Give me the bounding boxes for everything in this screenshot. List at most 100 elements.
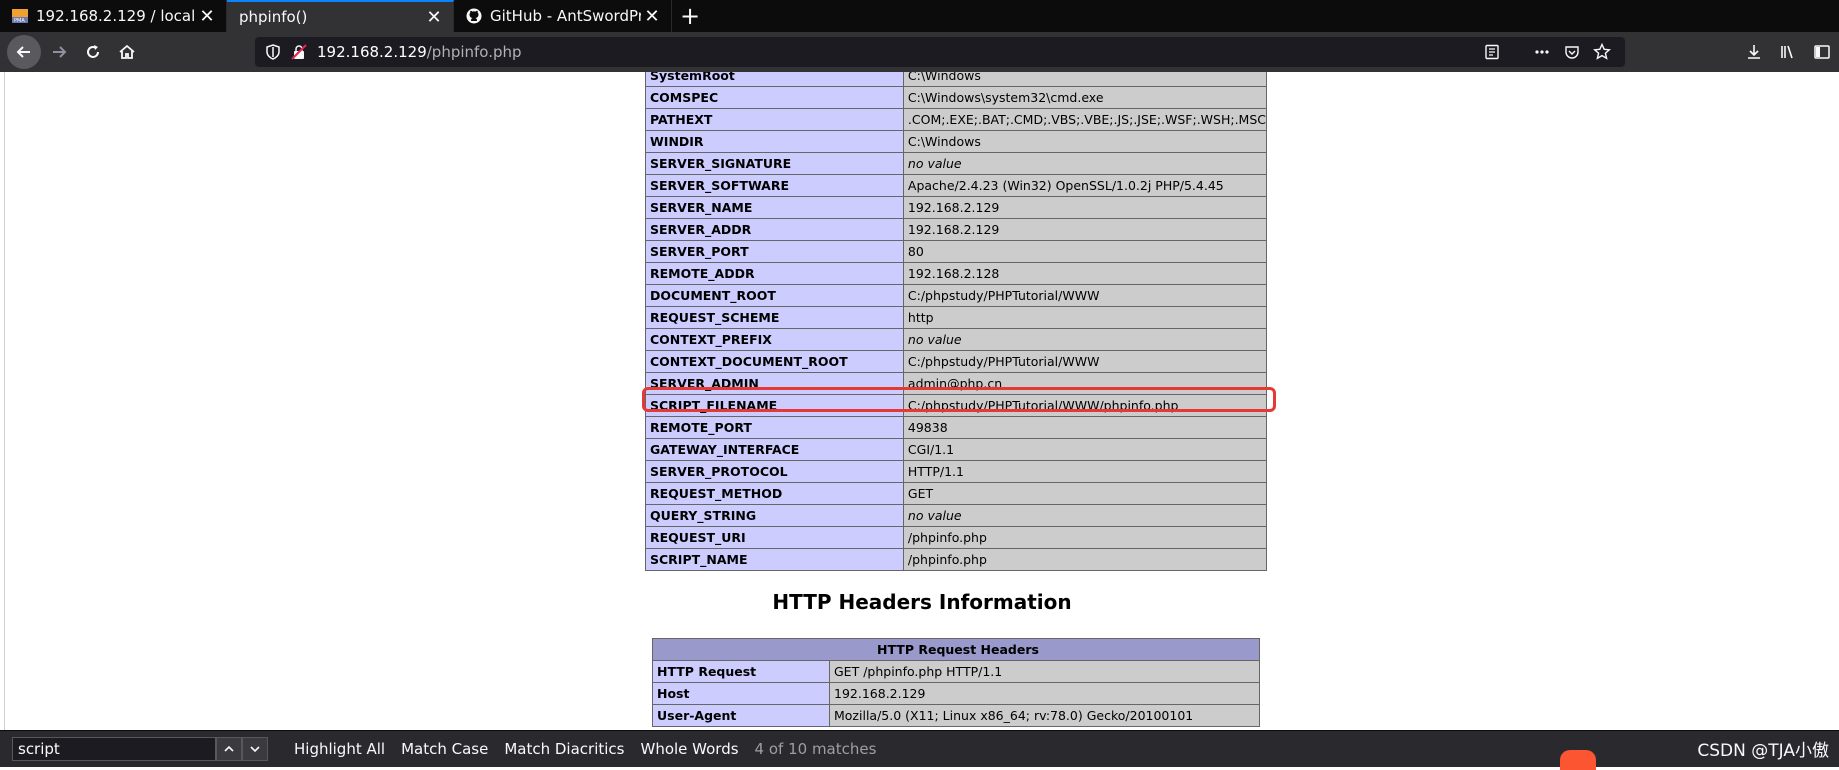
shield-icon[interactable] [265,44,281,60]
env-value: no value [902,152,1268,175]
highlight-all-toggle[interactable]: Highlight All [294,740,385,758]
env-key: GATEWAY_INTERFACE [645,438,904,461]
table-row: PATHEXT .COM;.EXE;.BAT;.CMD;.VBS;.VBE;.JS… [645,108,1268,131]
env-value: http [902,306,1268,329]
insecure-lock-icon[interactable] [291,44,307,60]
tab-title: 192.168.2.129 / localhost [36,7,196,25]
table-header: HTTP Request Headers [652,638,1260,661]
arrow-left-icon [16,46,30,58]
phpmyadmin-icon: PMA [12,8,28,24]
table-row: REMOTE_PORT 49838 [645,416,1268,439]
url-host: 192.168.2.129 [317,43,427,61]
table-row: COMSPEC C:\Windows\system32\cmd.exe [645,86,1268,109]
table-row: QUERY_STRING no value [645,504,1268,527]
env-value: 80 [902,240,1268,263]
library-icon[interactable] [1771,35,1805,69]
table-row: HTTP Request GET /phpinfo.php HTTP/1.1 [652,660,1260,683]
env-value: /phpinfo.php [902,548,1268,571]
env-value: 192.168.2.129 [902,196,1268,219]
address-bar[interactable]: 192.168.2.129/phpinfo.php [255,37,1625,67]
tab-github[interactable]: GitHub - AntSwordProje ✕ [454,0,672,32]
tab-phpinfo[interactable]: phpinfo() ✕ [227,0,454,32]
tab-phpmyadmin[interactable]: PMA 192.168.2.129 / localhost ✕ [0,0,227,32]
env-value: CGI/1.1 [902,438,1268,461]
page-actions-icon[interactable] [1527,37,1557,67]
env-key: SERVER_SIGNATURE [645,152,904,175]
table-row: SERVER_SIGNATURE no value [645,152,1268,175]
env-value: C:/phpstudy/PHPTutorial/WWW [902,284,1268,307]
url-text: 192.168.2.129/phpinfo.php [317,43,522,61]
arrow-right-icon [53,46,67,58]
find-query: script [18,740,60,758]
table-row: DOCUMENT_ROOT C:/phpstudy/PHPTutorial/WWW [645,284,1268,307]
highlight-box-script-filename [642,387,1276,412]
env-key: SERVER_ADDR [645,218,904,241]
env-value: 49838 [902,416,1268,439]
separator [1507,37,1527,67]
match-diacritics-toggle[interactable]: Match Diacritics [504,740,624,758]
find-status: 4 of 10 matches [754,740,877,758]
tab-title: GitHub - AntSwordProje [490,7,641,25]
table-row: REQUEST_METHOD GET [645,482,1268,505]
find-input[interactable]: script [12,737,216,761]
env-key: SERVER_SOFTWARE [645,174,904,197]
env-value: .COM;.EXE;.BAT;.CMD;.VBS;.VBE;.JS;.JSE;.… [902,108,1268,131]
reader-view-icon[interactable] [1477,37,1507,67]
find-next-button[interactable] [242,737,268,761]
sidebar-icon[interactable] [1805,35,1839,69]
env-value: C:/phpstudy/PHPTutorial/WWW [902,350,1268,373]
page-viewport: SystemRoot C:\Windows COMSPEC C:\Windows\sy… [5,72,1839,730]
env-key: SCRIPT_NAME [645,548,904,571]
table-row: SERVER_SOFTWARE Apache/2.4.23 (Win32) Ope… [645,174,1268,197]
env-key: CONTEXT_PREFIX [645,328,904,351]
url-path: /phpinfo.php [426,43,522,61]
env-value: 192.168.2.128 [902,262,1268,285]
watermark: CSDN @TJA小傲 [1697,741,1829,761]
env-key: REMOTE_PORT [645,416,904,439]
find-previous-button[interactable] [216,737,242,761]
env-key: SERVER_NAME [645,196,904,219]
table-row: SCRIPT_NAME/phpinfo.php [645,548,1268,571]
pocket-icon[interactable] [1557,37,1587,67]
whole-words-toggle[interactable]: Whole Words [640,740,738,758]
table-row: CONTEXT_PREFIX no value [645,328,1268,351]
environment-table: SystemRoot C:\Windows COMSPEC C:\Windows\sy… [645,72,1268,571]
env-key: DOCUMENT_ROOT [645,284,904,307]
bookmark-star-icon[interactable] [1587,37,1617,67]
env-value: Apache/2.4.23 (Win32) OpenSSL/1.0.2j PHP… [902,174,1268,197]
section-heading: HTTP Headers Information [772,590,1072,614]
table-row: SystemRoot C:\Windows [645,72,1268,87]
env-value: no value [902,328,1268,351]
env-value: C:\Windows [902,130,1268,153]
new-tab-button[interactable]: + [672,0,708,32]
close-tab-icon[interactable]: ✕ [641,5,663,27]
env-value: 192.168.2.129 [902,218,1268,241]
forward-button[interactable] [43,36,75,68]
env-key: REQUEST_METHOD [645,482,904,505]
env-key: SERVER_PROTOCOL [645,460,904,483]
table-row: SERVER_PROTOCOL HTTP/1.1 [645,460,1268,483]
back-button[interactable] [7,35,41,69]
env-value: no value [902,504,1268,527]
table-row: REQUEST_SCHEME http [645,306,1268,329]
tab-strip: PMA 192.168.2.129 / localhost ✕ phpinfo(… [0,0,1839,32]
env-key: WINDIR [645,130,904,153]
table-row: WINDIR C:\Windows [645,130,1268,153]
chevron-up-icon [224,745,234,752]
env-value: C:\Windows [902,72,1268,87]
env-key: REQUEST_URI [645,526,904,549]
env-key: REQUEST_SCHEME [645,306,904,329]
http-headers-table: HTTP Request Headers HTTP Request GET /ph… [652,638,1260,727]
env-key: PATHEXT [645,108,904,131]
github-icon [466,8,482,24]
header-value: GET /phpinfo.php HTTP/1.1 [829,660,1260,683]
close-tab-icon[interactable]: ✕ [196,5,218,27]
reload-icon [87,45,99,58]
reload-button[interactable] [77,36,109,68]
match-case-toggle[interactable]: Match Case [401,740,488,758]
tab-title: phpinfo() [239,8,308,26]
close-tab-icon[interactable]: ✕ [423,6,445,28]
downloads-icon[interactable] [1737,35,1771,69]
home-button[interactable] [111,36,143,68]
table-row: User-Agent Mozilla/5.0 (X11; Linux x86_64… [652,704,1260,727]
